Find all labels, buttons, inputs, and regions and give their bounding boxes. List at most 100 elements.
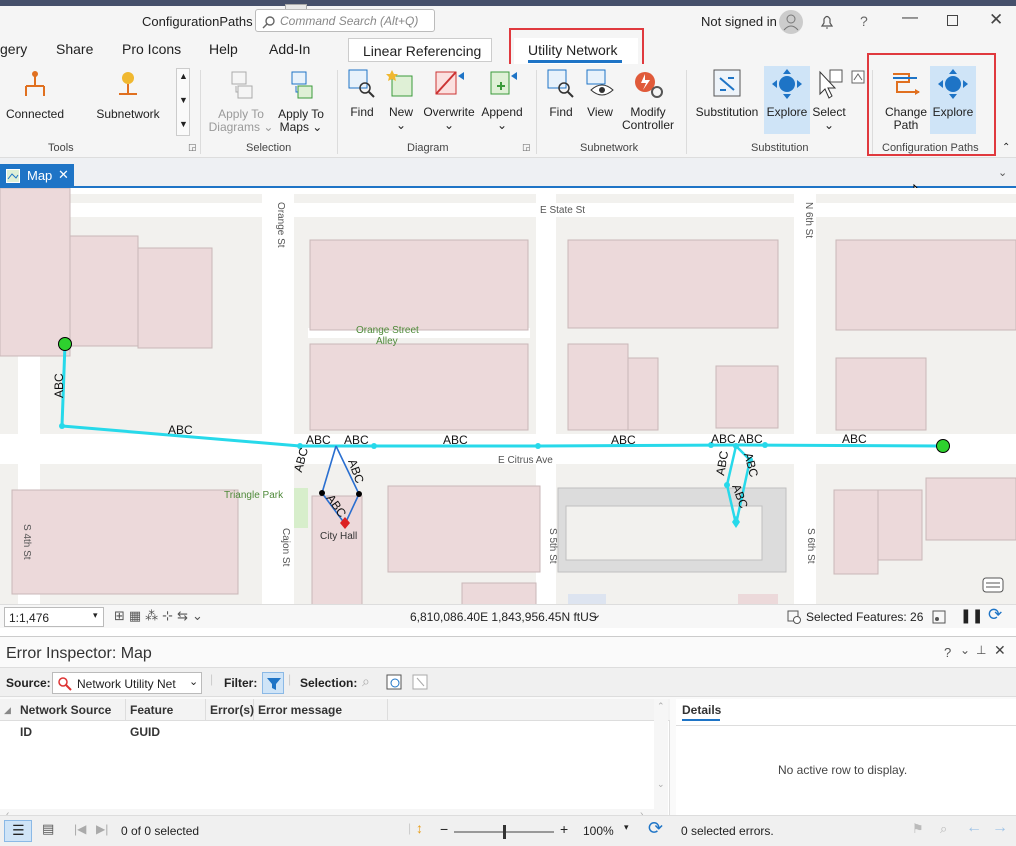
command-search-input[interactable]: Command Search (Alt+Q) xyxy=(255,9,435,32)
modify-controller-button[interactable]: Modify Controller xyxy=(618,68,678,132)
map-canvas[interactable]: E State St Orange St N 6th St Orange Str… xyxy=(0,188,1016,606)
tab-share[interactable]: Share xyxy=(56,41,93,57)
source-select[interactable]: Network Utility Net ⌄ xyxy=(52,672,202,694)
close-icon[interactable]: ✕ xyxy=(989,10,1003,30)
dialog-launcher-icon[interactable]: ◲ xyxy=(188,142,197,153)
autoscroll-icon[interactable]: ↕ xyxy=(416,820,423,836)
previous-arrow-icon[interactable]: ← xyxy=(966,819,982,837)
diagram-find-button[interactable]: Find xyxy=(342,68,382,119)
column-header[interactable]: Error(s) xyxy=(206,699,254,721)
list-view-icon[interactable]: ▤ xyxy=(42,821,54,837)
navigation-tools-icons[interactable]: ⊞▦⁂⊹⇆⌄ xyxy=(114,608,207,624)
filter-button[interactable] xyxy=(262,672,284,694)
subnetwork-button[interactable]: Subnetwork xyxy=(95,70,161,121)
selection-count: 0 of 0 selected xyxy=(121,824,200,838)
dropdown-arrow-icon: ⌄ xyxy=(823,118,835,132)
dropdown-arrow-icon[interactable]: ▾ xyxy=(624,822,629,833)
zoom-to-selection-icon[interactable] xyxy=(386,674,404,692)
bell-icon[interactable] xyxy=(818,12,836,30)
next-page-icon[interactable]: ▶| xyxy=(96,822,108,836)
start-point[interactable] xyxy=(58,337,72,351)
help-icon[interactable]: ? xyxy=(860,13,868,29)
zoom-to-error-icon[interactable]: ⌕ xyxy=(940,821,947,837)
minimize-icon[interactable]: — xyxy=(902,9,918,27)
map-icon xyxy=(6,169,20,183)
maximize-icon[interactable] xyxy=(947,15,958,26)
tools-gallery-scroll[interactable]: ▲ ▼ ▼ xyxy=(176,68,190,136)
chevron-down-icon[interactable]: ⌄ xyxy=(998,166,1007,179)
chevron-down-icon: ⌄ xyxy=(189,676,199,688)
clear-selection-icon[interactable] xyxy=(412,674,430,692)
explore-icon xyxy=(772,69,802,99)
map-notes-icon[interactable] xyxy=(982,576,1004,596)
apply-to-maps-button[interactable]: Apply To Maps ⌄ xyxy=(268,70,334,134)
table-view-button[interactable]: ☰ xyxy=(4,820,32,842)
substitution-button[interactable]: Substitution xyxy=(692,68,762,119)
selection-icon[interactable] xyxy=(786,609,802,625)
select-mode-icon[interactable] xyxy=(851,70,865,84)
search-icon xyxy=(262,16,275,29)
scale-select[interactable]: 1:1,476 ▾ xyxy=(4,607,104,627)
vertical-scrollbar[interactable]: ⌃ ⌄ xyxy=(654,699,668,823)
zoom-out-icon[interactable]: − xyxy=(440,821,448,837)
chevron-down-icon[interactable]: ⌄ xyxy=(592,608,601,621)
collapse-ribbon-icon[interactable]: ⌃ xyxy=(1002,142,1010,153)
end-point[interactable] xyxy=(936,439,950,453)
map-tab[interactable]: Map ✕ xyxy=(0,164,74,188)
substitution-explore-button[interactable]: Explore xyxy=(764,66,810,134)
device-point[interactable] xyxy=(356,491,362,497)
place-label-park: Triangle Park xyxy=(224,490,284,501)
zoom-in-icon[interactable]: + xyxy=(560,821,568,837)
tab-help[interactable]: Help xyxy=(209,41,238,57)
sign-in-status[interactable]: Not signed in xyxy=(701,14,777,29)
apply-to-diagrams-button[interactable]: Apply To Diagrams ⌄ xyxy=(208,70,274,134)
abc-label: ABC xyxy=(738,432,763,446)
connected-icon xyxy=(25,71,45,96)
dialog-launcher-icon[interactable]: ◲ xyxy=(522,142,531,153)
flag-error-icon[interactable]: ⚑ xyxy=(912,821,924,837)
pause-icon[interactable]: ❚❚ xyxy=(960,607,983,624)
tab-imagery[interactable]: gery xyxy=(0,41,27,57)
diagram-overwrite-button[interactable]: Overwrite ⌄ xyxy=(420,68,478,132)
subnetwork-label: Subnetwork xyxy=(96,107,160,121)
tab-pro-icons[interactable]: Pro Icons xyxy=(122,41,181,57)
select-all-icon[interactable]: ◢ xyxy=(4,705,11,716)
coordinate-readout: 6,810,086.40E 1,843,956.45N ftUS xyxy=(410,610,597,624)
chevron-down-icon: ▼ xyxy=(179,95,188,105)
tab-linear-referencing-label: Linear Referencing xyxy=(363,43,482,59)
dropdown-arrow-icon: ⌄ xyxy=(443,118,455,132)
tab-details[interactable]: Details xyxy=(682,703,721,717)
diagram-new-button[interactable]: New ⌄ xyxy=(381,68,421,132)
subnetwork-view-button[interactable]: View xyxy=(580,68,620,119)
errors-table[interactable]: ◢ Network Source ID Feature GUID Error(s… xyxy=(0,699,670,823)
connected-button[interactable]: Connected xyxy=(2,70,68,121)
tab-linear-referencing[interactable]: Linear Referencing xyxy=(348,38,492,62)
zoom-slider-thumb[interactable] xyxy=(503,825,506,839)
close-icon[interactable]: ✕ xyxy=(994,642,1006,659)
empty-details-message: No active row to display. xyxy=(778,763,908,777)
diagram-append-button[interactable]: Append ⌄ xyxy=(477,68,527,132)
tab-add-in[interactable]: Add-In xyxy=(269,41,310,57)
close-icon[interactable]: ✕ xyxy=(58,167,69,183)
column-header[interactable]: Network Source ID xyxy=(16,699,126,739)
street-state xyxy=(0,203,1016,217)
substitution-select-button[interactable]: Select ⌄ xyxy=(810,68,848,132)
subnetwork-find-button[interactable]: Find xyxy=(541,68,581,119)
diagram-new-icon xyxy=(386,70,413,97)
select-errors-icon[interactable]: ⌕ xyxy=(362,673,370,690)
refresh-icon[interactable]: ⟳ xyxy=(648,818,663,839)
column-header[interactable]: Error message xyxy=(254,699,388,721)
first-page-icon[interactable]: |◀ xyxy=(74,822,86,836)
refresh-icon[interactable]: ⟳ xyxy=(988,605,1002,625)
next-arrow-icon[interactable]: → xyxy=(992,819,1008,837)
chevron-down-icon[interactable]: ⌄ xyxy=(960,643,970,657)
pin-icon[interactable]: ⊥ xyxy=(976,643,986,657)
help-icon[interactable]: ? xyxy=(944,645,951,660)
device-point[interactable] xyxy=(319,490,325,496)
selected-features-count[interactable]: Selected Features: 26 xyxy=(806,610,923,624)
zoom-level[interactable]: 100% xyxy=(583,824,614,838)
column-header[interactable]: Feature GUID xyxy=(126,699,206,739)
map-view[interactable]: E State St Orange St N 6th St Orange Str… xyxy=(0,188,1016,606)
snapping-icon[interactable] xyxy=(932,610,946,624)
avatar[interactable] xyxy=(779,10,803,34)
